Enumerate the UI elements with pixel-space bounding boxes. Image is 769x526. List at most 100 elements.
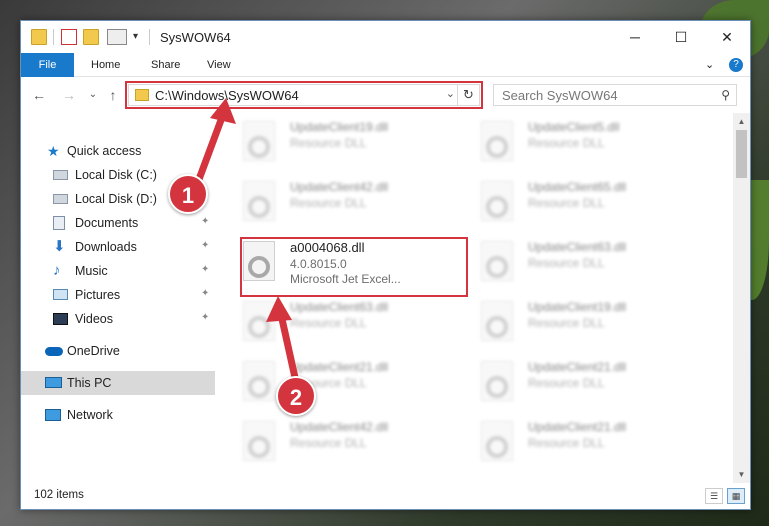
pin-icon[interactable]: ✦ bbox=[201, 288, 209, 299]
navigation-pane: ★ Quick access Local Disk (C:) Local Dis… bbox=[21, 113, 215, 483]
divider bbox=[53, 29, 54, 45]
gear-icon bbox=[486, 376, 508, 398]
list-item[interactable]: UpdateClient42.dll Resource DLL bbox=[223, 173, 453, 227]
gear-icon bbox=[486, 316, 508, 338]
dll-file-icon bbox=[243, 421, 275, 461]
sidebar-item-pictures[interactable]: Pictures ✦ bbox=[21, 283, 215, 307]
scroll-thumb[interactable] bbox=[736, 130, 747, 178]
file-type: Resource DLL bbox=[528, 196, 605, 210]
search-icon[interactable]: ⚲ bbox=[721, 88, 730, 102]
pictures-icon bbox=[53, 289, 68, 300]
sidebar-item-network[interactable]: Network bbox=[21, 403, 215, 427]
large-icons-view-icon[interactable]: ▦ bbox=[727, 488, 745, 504]
gear-icon bbox=[248, 316, 270, 338]
file-list: UpdateClient19.dll Resource DLL UpdateCl… bbox=[223, 113, 733, 483]
sidebar-item-downloads[interactable]: ⬇ Downloads ✦ bbox=[21, 235, 215, 259]
minimize-button[interactable]: ─ bbox=[612, 21, 658, 53]
recent-locations-button[interactable]: ⌄ bbox=[83, 85, 103, 105]
file-name: UpdateClient65.dll bbox=[528, 180, 627, 194]
sidebar-item-this-pc[interactable]: This PC bbox=[21, 371, 215, 395]
up-button[interactable]: ↑ bbox=[103, 85, 123, 105]
sidebar-item-label: Music bbox=[75, 264, 108, 278]
sidebar-item-quick-access[interactable]: ★ Quick access bbox=[21, 139, 215, 163]
help-icon[interactable]: ? bbox=[729, 58, 743, 72]
quick-access-toolbar-dropdown-icon[interactable]: ▾ bbox=[133, 29, 149, 45]
list-item[interactable]: UpdateClient21.dll Resource DLL bbox=[461, 413, 691, 467]
list-item[interactable]: UpdateClient42.dll Resource DLL bbox=[223, 413, 453, 467]
dll-file-icon bbox=[481, 421, 513, 461]
gear-icon bbox=[486, 256, 508, 278]
close-button[interactable]: ✕ bbox=[704, 21, 750, 53]
gear-icon bbox=[248, 376, 270, 398]
new-folder-icon[interactable] bbox=[83, 29, 99, 45]
item-count: 102 items bbox=[34, 489, 84, 501]
gear-icon bbox=[486, 136, 508, 158]
sidebar-item-label: Local Disk (C:) bbox=[75, 168, 157, 182]
file-name: UpdateClient19.dll bbox=[528, 300, 627, 314]
sidebar-item-label: Network bbox=[67, 408, 113, 422]
list-item[interactable]: UpdateClient19.dll Resource DLL bbox=[461, 293, 691, 347]
drive-icon bbox=[53, 170, 68, 180]
ribbon-expand-button[interactable]: ⌄ bbox=[701, 53, 718, 77]
tab-file[interactable]: File bbox=[21, 53, 74, 77]
dll-file-icon bbox=[481, 361, 513, 401]
list-item[interactable]: UpdateClient63.dll Resource DLL bbox=[223, 293, 453, 347]
list-item[interactable]: UpdateClient21.dll Resource DLL bbox=[223, 353, 453, 407]
sidebar-item-onedrive[interactable]: OneDrive bbox=[21, 339, 215, 363]
tab-view[interactable]: View bbox=[193, 53, 245, 77]
sidebar-item-documents[interactable]: Documents ✦ bbox=[21, 211, 215, 235]
onedrive-icon bbox=[45, 347, 63, 356]
file-name: UpdateClient42.dll bbox=[290, 180, 389, 194]
list-item[interactable]: UpdateClient5.dll Resource DLL bbox=[461, 113, 691, 167]
list-item[interactable]: UpdateClient65.dll Resource DLL bbox=[461, 173, 691, 227]
dll-file-icon bbox=[243, 301, 275, 341]
pin-icon[interactable]: ✦ bbox=[201, 312, 209, 323]
gear-icon bbox=[248, 196, 270, 218]
file-type: Resource DLL bbox=[528, 436, 605, 450]
gear-icon bbox=[486, 196, 508, 218]
sidebar-item-label: Quick access bbox=[67, 144, 142, 158]
file-type: Resource DLL bbox=[290, 316, 367, 330]
file-name: UpdateClient19.dll bbox=[290, 120, 389, 134]
scroll-down-icon[interactable]: ▼ bbox=[733, 466, 750, 483]
dll-file-icon bbox=[243, 121, 275, 161]
dll-file-icon bbox=[481, 121, 513, 161]
tab-home[interactable]: Home bbox=[77, 53, 134, 77]
tab-share[interactable]: Share bbox=[137, 53, 194, 77]
sidebar-item-music[interactable]: ♪ Music ✦ bbox=[21, 259, 215, 283]
ribbon: File Home Share View ⌄ ? bbox=[21, 53, 750, 77]
maximize-button[interactable]: ☐ bbox=[658, 21, 704, 53]
address-highlight-box bbox=[125, 81, 483, 109]
sidebar-item-label: Videos bbox=[75, 312, 113, 326]
sidebar-item-videos[interactable]: Videos ✦ bbox=[21, 307, 215, 331]
dll-file-icon bbox=[481, 241, 513, 281]
file-name: UpdateClient21.dll bbox=[528, 420, 627, 434]
folder-icon bbox=[31, 29, 47, 45]
details-view-icon[interactable]: ☰ bbox=[705, 488, 723, 504]
pin-icon[interactable]: ✦ bbox=[201, 264, 209, 275]
scroll-up-icon[interactable]: ▲ bbox=[733, 113, 750, 130]
pin-icon[interactable]: ✦ bbox=[201, 240, 209, 251]
sidebar-item-label: This PC bbox=[67, 376, 112, 390]
sidebar-item-label: OneDrive bbox=[67, 344, 120, 358]
sidebar-item-label: Documents bbox=[75, 216, 139, 230]
status-bar: 102 items ☰ ▦ bbox=[21, 483, 750, 509]
callout-badge-2: 2 bbox=[276, 376, 316, 416]
forward-button[interactable]: → bbox=[59, 85, 79, 105]
list-item[interactable]: UpdateClient19.dll Resource DLL bbox=[223, 113, 453, 167]
dll-file-icon bbox=[481, 181, 513, 221]
downloads-icon: ⬇ bbox=[53, 238, 66, 255]
pin-icon[interactable]: ✦ bbox=[201, 216, 209, 227]
properties-icon[interactable] bbox=[61, 29, 77, 45]
customize-toolbar-icon[interactable] bbox=[107, 29, 127, 45]
documents-icon bbox=[53, 216, 65, 230]
list-item[interactable]: UpdateClient21.dll Resource DLL bbox=[461, 353, 691, 407]
gear-icon bbox=[248, 436, 270, 458]
videos-icon bbox=[53, 313, 68, 325]
list-item[interactable]: UpdateClient63.dll Resource DLL bbox=[461, 233, 691, 287]
back-button[interactable]: ← bbox=[29, 85, 49, 105]
dll-file-icon bbox=[243, 361, 275, 401]
search-input[interactable]: Search SysWOW64 ⚲ bbox=[493, 84, 737, 106]
dll-file-icon bbox=[243, 181, 275, 221]
vertical-scrollbar[interactable]: ▲ ▼ bbox=[733, 113, 750, 483]
